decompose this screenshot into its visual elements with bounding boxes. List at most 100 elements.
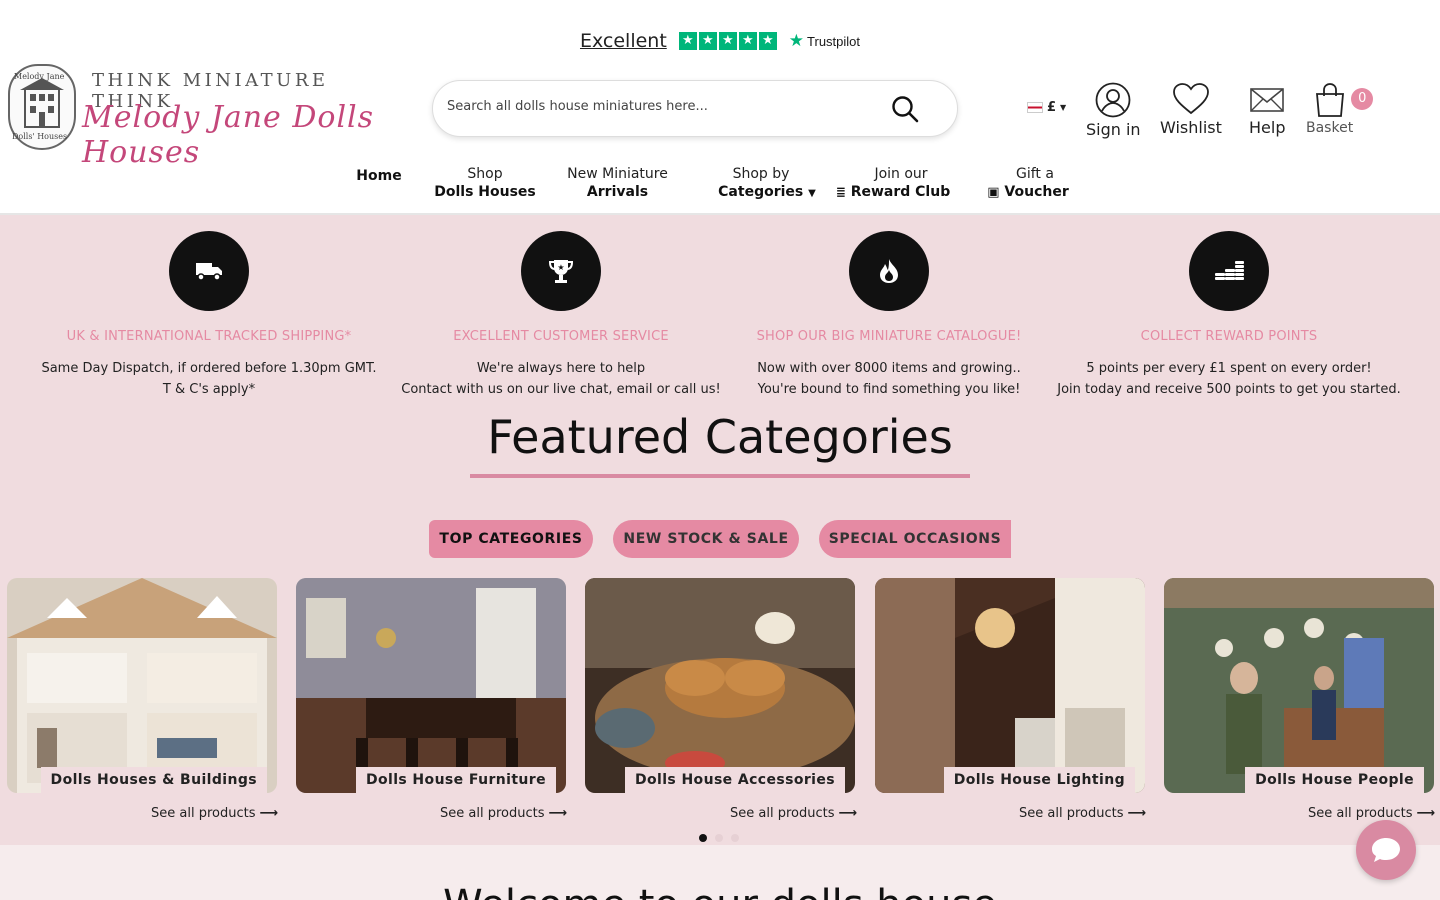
trustpilot-star-icon: ★ xyxy=(788,31,805,50)
category-image xyxy=(7,578,277,793)
usp-heading: COLLECT REWARD POINTS xyxy=(1140,329,1318,344)
category-caption: Dolls House People xyxy=(1245,767,1424,793)
trustpilot-rating-word[interactable]: Excellent xyxy=(580,30,667,52)
live-chat-button[interactable] xyxy=(1356,820,1416,880)
nav-home-label: Home xyxy=(356,168,402,184)
site-logo[interactable]: Melody Jane Dolls' Houses THINK MINIATUR… xyxy=(6,62,406,170)
tab-new-stock-sale[interactable]: NEW STOCK & SALE xyxy=(613,520,799,558)
carousel-dot[interactable] xyxy=(731,834,739,842)
usp-shipping: UK & INTERNATIONAL TRACKED SHIPPING* Sam… xyxy=(19,231,399,400)
nav-line1: New Miniature xyxy=(567,166,668,182)
see-all-label: See all products xyxy=(440,806,545,821)
category-caption: Dolls House Lighting xyxy=(943,767,1135,793)
star-icon: ★ xyxy=(698,32,717,50)
sign-in-link[interactable]: Sign in xyxy=(1086,82,1141,139)
usp-reward-points: COLLECT REWARD POINTS 5 points per every… xyxy=(1039,231,1419,400)
heart-icon xyxy=(1173,83,1209,115)
svg-text:★: ★ xyxy=(557,263,564,272)
trustpilot-brand: Trustpilot xyxy=(807,33,861,49)
nav-home[interactable]: Home xyxy=(350,166,408,184)
wishlist-link[interactable]: Wishlist xyxy=(1160,82,1222,137)
tab-special-occasions[interactable]: SPECIAL OCCASIONS xyxy=(819,520,1011,558)
nav-shop-by-categories[interactable]: Shop by Categories ▼ xyxy=(708,166,826,200)
see-all-products-link[interactable]: See all products ⟶ xyxy=(440,806,567,821)
usp-heading: SHOP OUR BIG MINIATURE CATALOGUE! xyxy=(756,329,1022,344)
arrow-right-icon: ⟶ xyxy=(1127,806,1147,821)
nav-line2: Reward Club xyxy=(850,184,951,200)
usp-text-line1: We're always here to help xyxy=(476,361,646,376)
see-all-products-link[interactable]: See all products ⟶ xyxy=(151,806,278,821)
basket-count-badge: 0 xyxy=(1351,88,1374,110)
category-card-accessories[interactable]: Dolls House Accessories xyxy=(585,578,855,793)
see-all-products-link[interactable]: See all products ⟶ xyxy=(730,806,857,821)
nav-new-arrivals[interactable]: New Miniature Arrivals xyxy=(560,166,675,200)
sign-in-label: Sign in xyxy=(1086,120,1141,139)
usp-heading: UK & INTERNATIONAL TRACKED SHIPPING* xyxy=(66,329,352,344)
search-bar xyxy=(432,80,958,137)
trophy-icon: ★ xyxy=(521,231,601,311)
see-all-label: See all products xyxy=(730,806,835,821)
nav-shop-dolls-houses[interactable]: Shop Dolls Houses xyxy=(430,166,540,200)
shopping-bag-icon xyxy=(1315,83,1344,117)
category-card-lighting[interactable]: Dolls House Lighting xyxy=(875,578,1145,793)
nav-line1: Gift a xyxy=(1016,166,1054,182)
category-card-people[interactable]: Dolls House People xyxy=(1164,578,1434,793)
tab-top-categories[interactable]: TOP CATEGORIES xyxy=(429,520,593,558)
help-link[interactable]: Help xyxy=(1249,82,1285,137)
carousel-dot[interactable] xyxy=(699,834,707,842)
nav-reward-club[interactable]: Join our ≣ Reward Club xyxy=(830,166,956,200)
trustpilot-widget[interactable]: Excellent ★ ★ ★ ★ ★ ★ Trustpilot xyxy=(0,26,1440,56)
trustpilot-stars: ★ ★ ★ ★ ★ xyxy=(678,32,777,50)
usp-text-line2: T & C's apply* xyxy=(162,382,256,397)
usp-text-line2: Contact with us on our live chat, email … xyxy=(401,382,721,397)
featured-underline xyxy=(470,474,970,478)
nav-gift-voucher[interactable]: Gift a ▣ Voucher xyxy=(982,166,1074,200)
category-caption: Dolls House Furniture xyxy=(355,767,556,793)
usp-text: We're always here to help Contact with us… xyxy=(371,358,751,400)
caret-down-icon: ▼ xyxy=(808,188,816,199)
wishlist-label: Wishlist xyxy=(1160,118,1222,137)
usp-heading: EXCELLENT CUSTOMER SERVICE xyxy=(453,329,669,344)
see-all-label: See all products xyxy=(1308,806,1413,821)
category-image xyxy=(875,578,1145,793)
flame-icon xyxy=(849,231,929,311)
usp-text-line2: Join today and receive 500 points to get… xyxy=(1057,382,1401,397)
trustpilot-logo: ★ Trustpilot xyxy=(789,31,860,51)
star-icon: ★ xyxy=(738,32,757,50)
search-input[interactable] xyxy=(447,99,867,114)
category-image xyxy=(1164,578,1434,793)
carousel-dot[interactable] xyxy=(715,834,723,842)
coins-icon: ≣ xyxy=(835,185,846,199)
usp-text: Now with over 8000 items and growing.. Yo… xyxy=(699,358,1079,400)
featured-title: Featured Categories xyxy=(487,410,953,464)
envelope-icon xyxy=(1250,88,1285,112)
search-icon[interactable] xyxy=(891,95,919,123)
basket-label: Basket xyxy=(1306,120,1354,136)
category-card-dolls-houses[interactable]: Dolls Houses & Buildings xyxy=(7,578,277,793)
star-icon: ★ xyxy=(718,32,737,50)
chevron-down-icon: ▼ xyxy=(1060,103,1067,112)
gift-icon: ▣ xyxy=(987,185,1000,200)
crest-emblem: Melody Jane Dolls' Houses xyxy=(8,64,76,150)
see-all-products-link[interactable]: See all products ⟶ xyxy=(1019,806,1146,821)
category-card-furniture[interactable]: Dolls House Furniture xyxy=(296,578,566,793)
nav-reward-row: ≣ Reward Club xyxy=(830,184,956,200)
uk-flag-icon xyxy=(1027,102,1043,113)
see-all-label: See all products xyxy=(1019,806,1124,821)
nav-line1: Join our xyxy=(874,166,928,182)
user-icon xyxy=(1095,82,1131,118)
category-image xyxy=(296,578,566,793)
nav-voucher-row: ▣ Voucher xyxy=(982,184,1074,200)
usp-text-line1: 5 points per every £1 spent on every ord… xyxy=(1086,361,1372,376)
star-icon: ★ xyxy=(758,32,777,50)
see-all-products-link[interactable]: See all products ⟶ xyxy=(1308,806,1435,821)
currency-selector[interactable]: £ ▼ xyxy=(1027,100,1066,115)
nav-line2: Categories xyxy=(718,184,804,200)
usp-text-line1: Same Day Dispatch, if ordered before 1.3… xyxy=(41,361,377,376)
nav-line1: Shop xyxy=(467,166,503,182)
usp-text-line2: You're bound to find something you like! xyxy=(757,382,1021,397)
logo-wordmark: Melody Jane Dolls Houses xyxy=(82,100,375,170)
usp-text: Same Day Dispatch, if ordered before 1.3… xyxy=(19,358,399,400)
basket-link[interactable]: Basket 0 xyxy=(1306,82,1374,136)
nav-line1: Shop by xyxy=(732,166,790,182)
